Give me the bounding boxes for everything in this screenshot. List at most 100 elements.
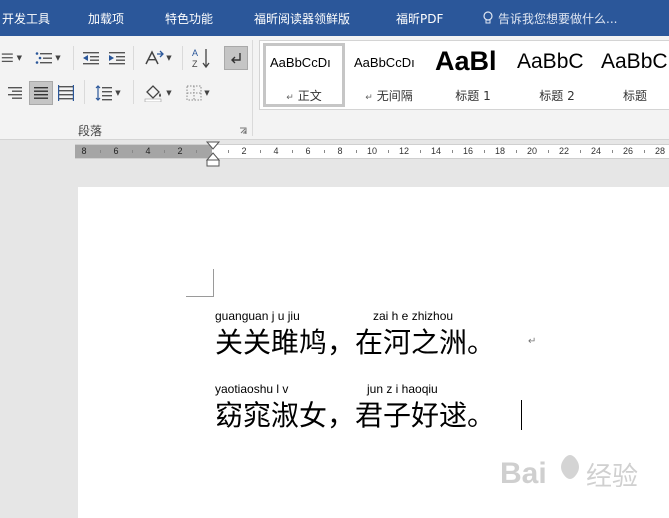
tab-special-features[interactable]: 特色功能 xyxy=(165,10,213,27)
ruler-tick xyxy=(324,150,325,153)
svg-text:A: A xyxy=(192,48,198,58)
distributed-icon xyxy=(58,85,74,101)
chevron-down-icon: ▼ xyxy=(16,54,22,62)
indent-marker-icon[interactable] xyxy=(205,141,221,167)
ruler-number: 2 xyxy=(177,146,183,156)
style-title[interactable]: AaBbC 标题 xyxy=(600,43,669,107)
ruler-number: 8 xyxy=(337,146,343,156)
ruler-number: 20 xyxy=(526,146,538,156)
horizontal-ruler[interactable]: 8 6 4 2 2 4 6 8 10 12 14 16 18 20 22 24 26 28 xyxy=(75,144,669,159)
ruler-bar: 8 6 4 2 2 4 6 8 10 12 14 16 18 20 22 24 26 28 xyxy=(0,140,669,164)
ruler-number: 8 xyxy=(81,146,87,156)
svg-text:经验: 经验 xyxy=(586,462,638,492)
margin-crop-mark xyxy=(186,269,214,297)
hanzi-text: 关关雎鸠，在河之洲。 xyxy=(215,326,496,359)
chevron-down-icon: ▼ xyxy=(55,54,61,62)
style-normal[interactable]: AaBbCcDı ↵ 正文 xyxy=(263,43,345,107)
ruler-number: 4 xyxy=(145,146,151,156)
ruler-tick xyxy=(452,150,453,153)
chevron-down-icon: ▼ xyxy=(166,89,172,97)
bullet-list-icon xyxy=(1,53,13,63)
multilevel-list-icon xyxy=(35,52,53,64)
ruler-tick xyxy=(484,150,485,153)
ruler-tick xyxy=(388,150,389,153)
ribbon-home: ▼ ▼ ▼ A Z ▼ ▼ ▼ 段落 AaBbCcDı ↵ 正文 AaBbCcD… xyxy=(0,36,669,140)
ruler-number: 22 xyxy=(558,146,570,156)
ruler-number: 16 xyxy=(462,146,474,156)
distributed-button[interactable] xyxy=(55,82,77,104)
increase-indent-button[interactable] xyxy=(106,48,128,68)
chevron-down-icon: ▼ xyxy=(115,89,121,97)
style-heading-1[interactable]: AaBl 标题 1 xyxy=(432,43,514,107)
paragraph-mark-icon: ↵ xyxy=(365,93,373,103)
paragraph-mark-icon: ↵ xyxy=(528,336,537,347)
ruler-number: 6 xyxy=(113,146,119,156)
style-heading-2[interactable]: AaBbC 标题 2 xyxy=(516,43,598,107)
ruler-tick xyxy=(356,150,357,153)
paragraph-group-label: 段落 xyxy=(78,124,103,138)
ruler-number: 28 xyxy=(654,146,666,156)
separator xyxy=(73,46,74,70)
multilevel-list-button[interactable]: ▼ xyxy=(32,48,64,68)
increase-indent-icon xyxy=(109,52,125,65)
tab-developer[interactable]: 开发工具 xyxy=(2,10,50,27)
ruler-tick xyxy=(420,150,421,153)
sort-az-icon: A Z xyxy=(192,48,210,69)
ruler-number: 6 xyxy=(305,146,311,156)
text-cursor xyxy=(521,400,522,430)
paragraph-mark-icon: ↵ xyxy=(286,93,294,103)
ruler-tick xyxy=(196,150,197,153)
style-no-spacing[interactable]: AaBbCcDı ↵ 无间隔 xyxy=(348,43,430,107)
style-name: 标题 2 xyxy=(539,89,575,103)
style-preview: AaBbCcDı xyxy=(270,55,331,70)
borders-button[interactable]: ▼ xyxy=(180,82,216,104)
ruler-tick xyxy=(644,150,645,153)
tab-foxit-pdf[interactable]: 福昕PDF xyxy=(396,10,443,27)
shading-button[interactable]: ▼ xyxy=(140,82,176,104)
ruler-tick xyxy=(132,150,133,153)
style-preview: AaBbC xyxy=(517,50,584,73)
tab-add-ins[interactable]: 加载项 xyxy=(88,10,124,27)
ruler-tick xyxy=(228,150,229,153)
borders-icon xyxy=(186,85,202,101)
justify-button[interactable] xyxy=(29,81,53,105)
ruler-number: 12 xyxy=(398,146,410,156)
line-spacing-button[interactable]: ▼ xyxy=(90,82,126,104)
show-formatting-marks-button[interactable] xyxy=(224,46,248,70)
separator xyxy=(252,40,253,136)
svg-text:Z: Z xyxy=(192,59,198,69)
separator xyxy=(182,46,183,70)
tell-me-text: 告诉我您想要做什么... xyxy=(498,12,618,26)
ruler-number: 18 xyxy=(494,146,506,156)
dialog-launcher-icon[interactable] xyxy=(239,127,247,135)
paragraph-mark-icon xyxy=(231,53,241,64)
align-right-button[interactable] xyxy=(4,82,26,104)
style-preview: AaBbC xyxy=(601,50,668,73)
decrease-indent-icon xyxy=(83,52,99,65)
ribbon-tab-bar: 开发工具 加载项 特色功能 福昕阅读器领鲜版 福昕PDF 告诉我您想要做什么..… xyxy=(0,0,669,36)
style-preview: AaBbCcDı xyxy=(354,55,415,70)
decrease-indent-button[interactable] xyxy=(80,48,102,68)
ruler-tick xyxy=(516,150,517,153)
paint-bucket-icon xyxy=(144,85,162,102)
tab-foxit-reader[interactable]: 福昕阅读器领鲜版 xyxy=(254,10,350,27)
ruler-left-margin xyxy=(75,145,212,158)
tell-me-box[interactable]: 告诉我您想要做什么... xyxy=(482,10,617,27)
ruler-tick xyxy=(260,150,261,153)
ruler-number: 24 xyxy=(590,146,602,156)
ruler-number: 10 xyxy=(366,146,378,156)
ruler-number: 14 xyxy=(430,146,442,156)
ruler-tick xyxy=(548,150,549,153)
style-name: 标题 1 xyxy=(455,89,491,103)
align-right-icon xyxy=(8,87,22,99)
lightbulb-icon xyxy=(483,11,493,24)
asian-layout-icon xyxy=(145,50,165,65)
asian-layout-button[interactable]: ▼ xyxy=(140,48,176,68)
style-name: 无间隔 xyxy=(376,89,413,103)
ruler-number: 2 xyxy=(241,146,247,156)
sort-button[interactable]: A Z xyxy=(189,46,213,70)
hanzi-text: 窈窕淑女，君子好逑。 xyxy=(215,399,496,432)
style-name: 标题 xyxy=(622,89,647,103)
style-name: 正文 xyxy=(297,89,322,103)
bullets-button[interactable]: ▼ xyxy=(0,48,22,68)
